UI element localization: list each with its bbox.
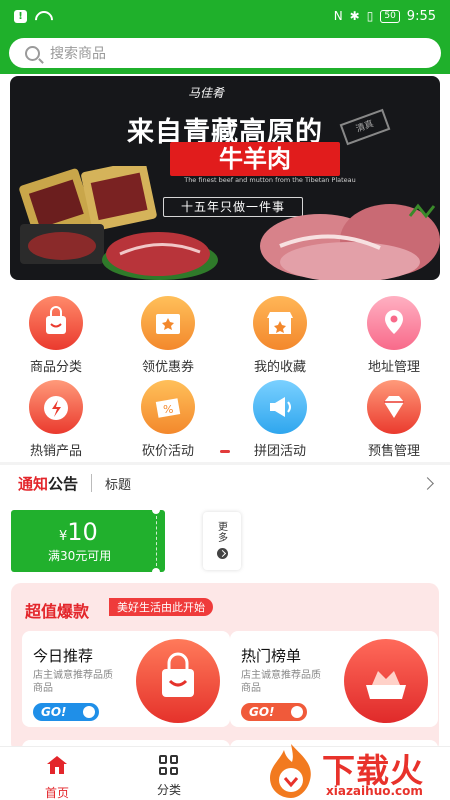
deals-tag: 美好生活由此开始: [109, 598, 213, 616]
trophy-icon: [344, 639, 428, 723]
category-presale[interactable]: 预售管理: [338, 380, 450, 459]
nav-home[interactable]: 首页: [27, 755, 87, 800]
category-label: 拼团活动: [253, 444, 306, 459]
search-placeholder: 搜索商品: [50, 46, 106, 62]
page-indicator: [220, 450, 230, 453]
category-label: 预售管理: [367, 444, 420, 459]
battery-icon: 50: [380, 9, 400, 23]
category-label: 领优惠券: [141, 360, 194, 375]
status-time: 9:55: [406, 8, 436, 24]
banner-subtitle: 牛羊肉: [170, 142, 340, 176]
notice-label-red: 通知: [18, 474, 49, 493]
claim-coupon-button[interactable]: 立即领取: [169, 523, 189, 575]
go-button[interactable]: GO!: [241, 703, 307, 721]
banner-container: 马佳肴 来自青藏高原的 牛羊肉 The finest beef and mutt…: [0, 74, 450, 284]
notice-divider: [91, 474, 93, 492]
go-button[interactable]: GO!: [33, 703, 99, 721]
coupon-amount: ¥10: [59, 518, 98, 546]
brand-logo: 马佳肴: [188, 86, 225, 100]
notice-label-black: 公告: [48, 474, 79, 493]
banner-english: The finest beef and mutton from the Tibe…: [184, 176, 356, 184]
category-label: 地址管理: [367, 360, 420, 375]
category-label: 热销产品: [29, 444, 82, 459]
category-label: 我的收藏: [253, 360, 306, 375]
svg-text:%: %: [163, 403, 173, 416]
header: 搜索商品: [0, 32, 450, 74]
more-coupons-button[interactable]: 更多: [203, 512, 241, 570]
category-address[interactable]: 地址管理: [338, 296, 450, 375]
deal-desc: 店主诚意推荐品质商品: [241, 670, 321, 694]
bluetooth-icon: ✱: [349, 9, 360, 23]
flame-logo-icon: [270, 744, 311, 798]
coupon-icon: [141, 296, 195, 350]
notice-bar[interactable]: 通知 公告 标题: [0, 465, 450, 501]
status-bar: ! N ✱ ▯ 50 9:55: [0, 0, 450, 32]
vibrate-icon: ▯: [366, 9, 374, 23]
nav-category[interactable]: 分类: [139, 755, 199, 798]
location-icon: [367, 296, 421, 350]
category-label: 商品分类: [29, 360, 82, 375]
raw-meat-image: [260, 203, 440, 280]
diamond-icon: [367, 380, 421, 434]
category-grid: 商品分类 领优惠券 我的收藏 地址管理 热销产品 % 砍价活动 拼团活动 预售管…: [0, 284, 450, 462]
watermark: 下载火 xiazaihuo.com: [262, 740, 450, 800]
coupon-notch: [152, 506, 160, 514]
category-goods[interactable]: 商品分类: [0, 296, 112, 375]
more-arrow-icon: [217, 548, 228, 559]
bargain-icon: %: [141, 380, 195, 434]
notification-alert-icon: !: [14, 9, 27, 23]
go-arrow-icon: [83, 706, 95, 718]
deal-name: 今日推荐: [33, 647, 94, 665]
nav-label: 首页: [44, 786, 69, 800]
category-label: 砍价活动: [141, 444, 194, 459]
coupon-divider: [156, 516, 157, 566]
bag-icon: [29, 296, 83, 350]
hot-icon: [29, 380, 83, 434]
shopping-bag-icon: [136, 639, 220, 723]
category-favorites[interactable]: 我的收藏: [224, 296, 336, 375]
chevron-right-icon[interactable]: [421, 476, 434, 490]
deal-card-recommend[interactable]: 今日推荐 店主诚意推荐品质商品 GO!: [22, 631, 230, 727]
search-icon: [25, 45, 40, 61]
go-label: GO!: [249, 705, 275, 719]
coupon-value: 10: [67, 518, 98, 546]
coupon-section: ¥10 满30元可用 立即领取 更多: [0, 501, 450, 577]
go-label: GO!: [41, 705, 67, 719]
star-shop-icon: [253, 296, 307, 350]
coupon-card[interactable]: ¥10 满30元可用 立即领取: [11, 506, 181, 576]
deal-desc: 店主诚意推荐品质商品: [33, 670, 113, 694]
watermark-url: xiazaihuo.com: [326, 784, 423, 798]
deals-panel: 超值爆款 美好生活由此开始 今日推荐 店主诚意推荐品质商品 GO! 热门榜单 店…: [11, 583, 439, 760]
category-group-buy[interactable]: 拼团活动: [224, 380, 336, 459]
coupon-condition: 满30元可用: [48, 549, 112, 563]
deals-section: 超值爆款 美好生活由此开始 今日推荐 店主诚意推荐品质商品 GO! 热门榜单 店…: [0, 577, 450, 760]
notice-text: 标题: [105, 477, 132, 493]
category-bargain[interactable]: % 砍价活动: [112, 380, 224, 459]
grid-icon: [159, 755, 179, 775]
wifi-icon: [35, 11, 49, 22]
search-input[interactable]: 搜索商品: [9, 38, 441, 68]
steak-image: [102, 232, 218, 280]
more-label: 更多: [218, 522, 228, 544]
category-hot[interactable]: 热销产品: [0, 380, 112, 459]
nfc-icon: N: [333, 9, 343, 23]
deal-name: 热门榜单: [241, 647, 302, 665]
megaphone-icon: [253, 380, 307, 434]
deals-title: 超值爆款: [25, 602, 90, 621]
home-icon: [47, 756, 67, 774]
coupon-notch: [152, 568, 160, 576]
go-arrow-icon: [291, 706, 303, 718]
deal-card-hot-list[interactable]: 热门榜单 店主诚意推荐品质商品 GO!: [230, 631, 438, 727]
nav-label: 分类: [156, 783, 181, 797]
category-coupon[interactable]: 领优惠券: [112, 296, 224, 375]
coupon-body: ¥10 满30元可用: [11, 510, 153, 572]
promo-banner[interactable]: 马佳肴 来自青藏高原的 牛羊肉 The finest beef and mutt…: [10, 76, 440, 280]
